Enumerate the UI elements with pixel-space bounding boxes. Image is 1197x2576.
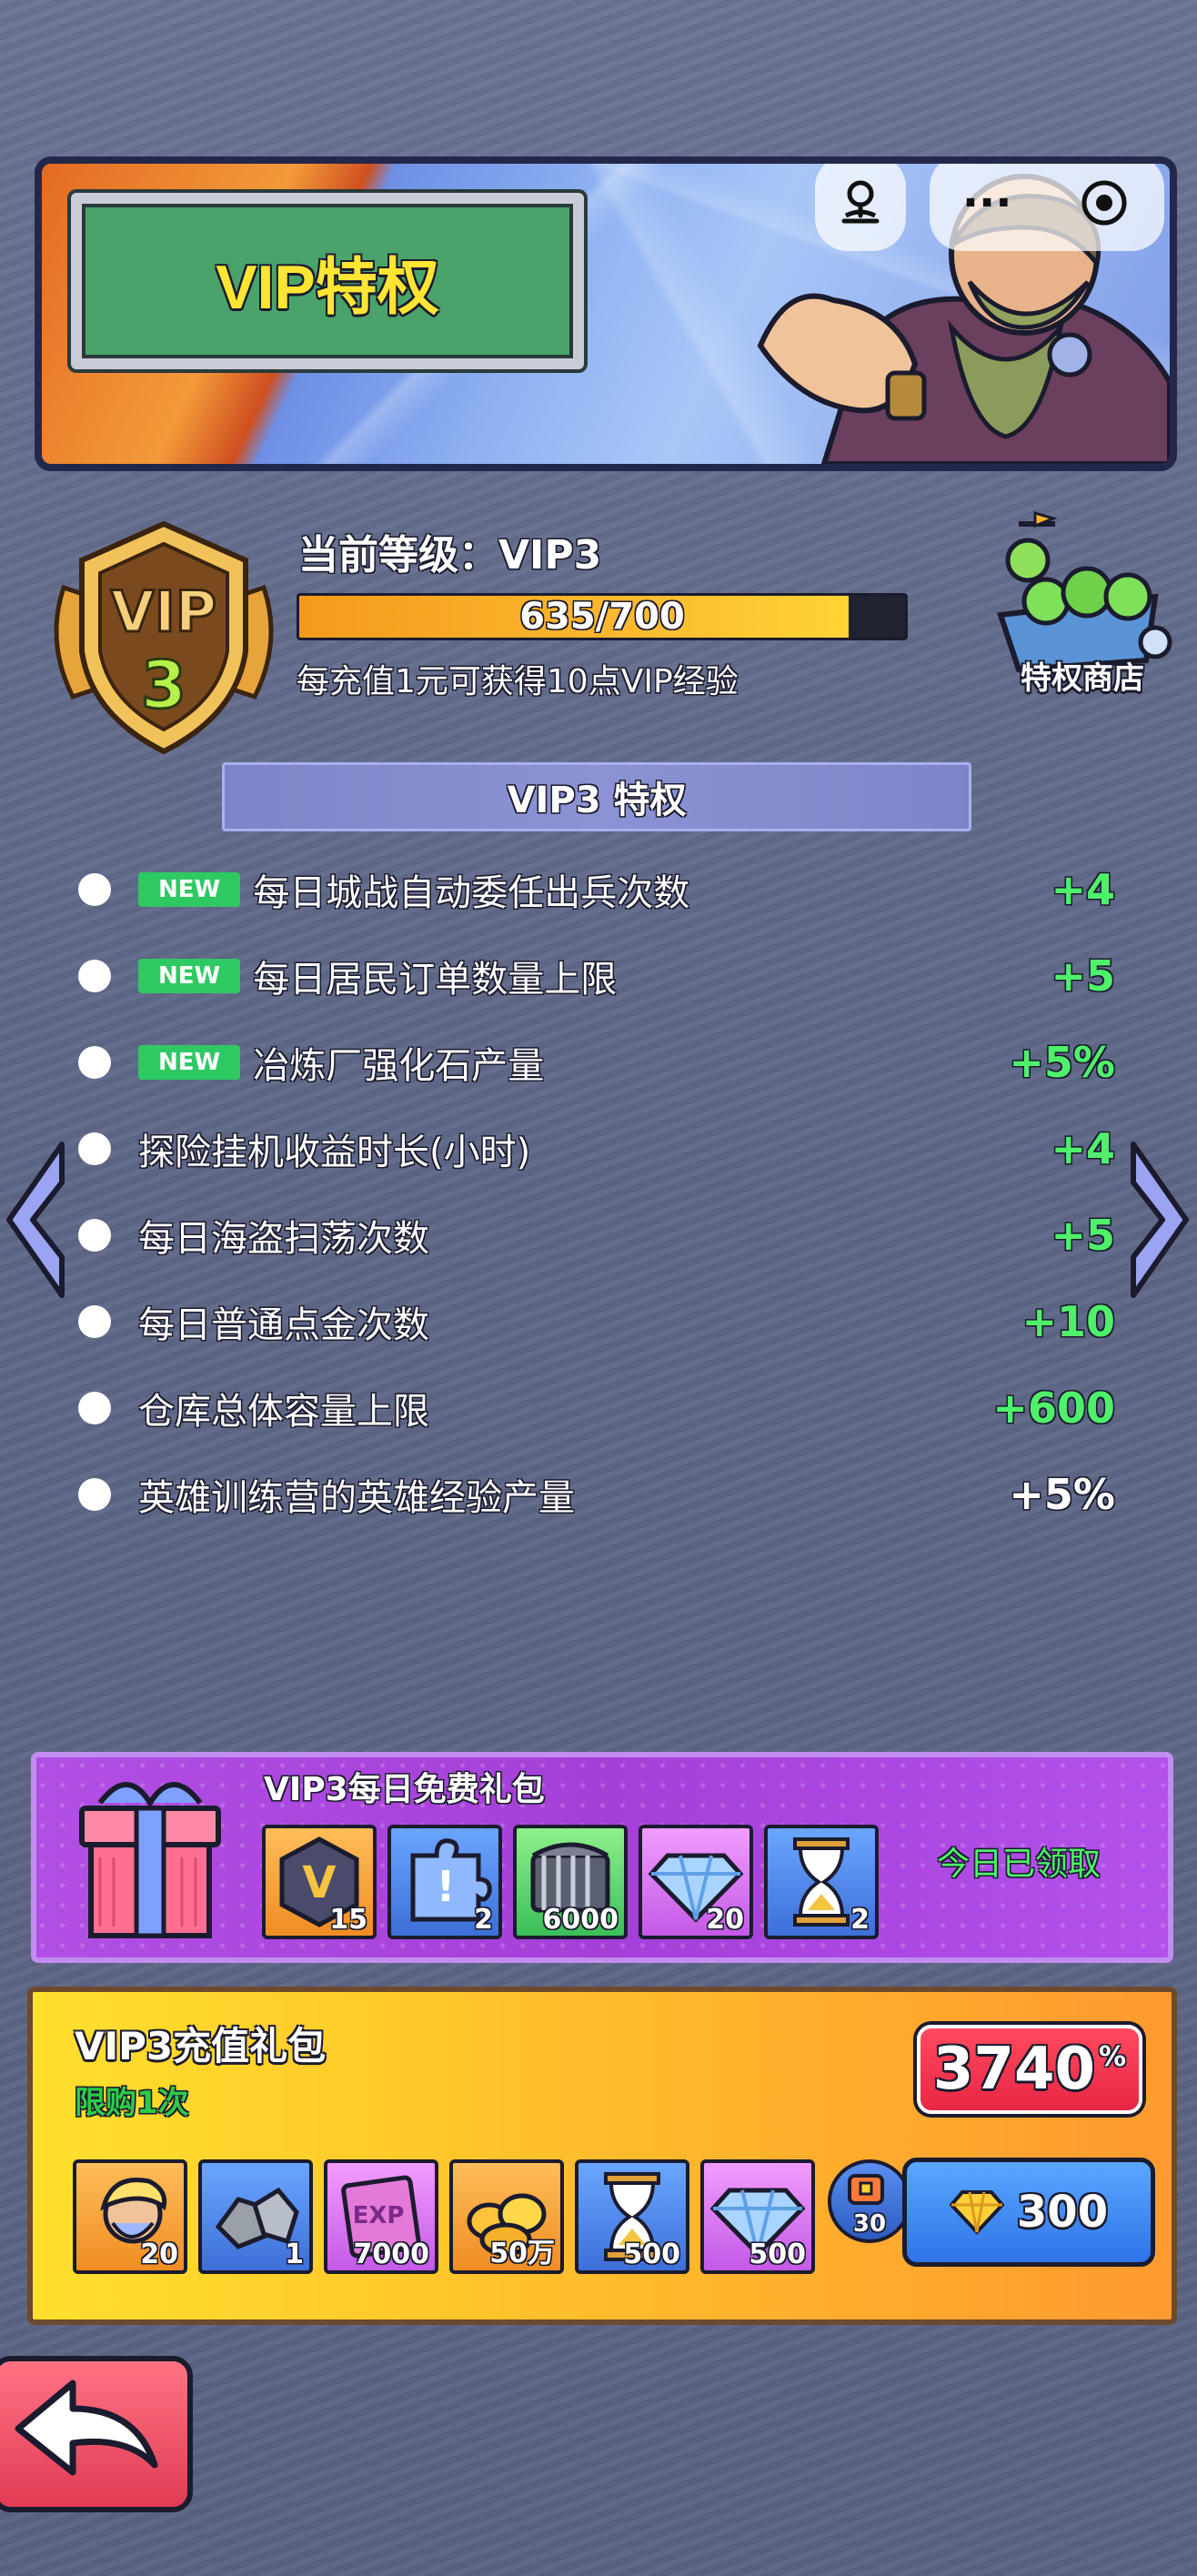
privilege-row: 英雄训练营的英雄经验产量 +5% <box>78 1467 1115 1522</box>
vip-exp-hint: 每充值1元可获得10点VIP经验 <box>297 663 739 700</box>
privilege-label: 每日普通点金次数 <box>138 1304 429 1346</box>
reward-item[interactable]: 50万 <box>449 2159 564 2274</box>
reward-item-count: 6000 <box>542 1904 619 1936</box>
reward-item-count: 500 <box>623 2239 680 2270</box>
bullet-icon <box>78 1392 111 1424</box>
gift-box-icon <box>79 1782 221 1938</box>
bullet-icon <box>78 1219 111 1252</box>
privilege-row: NEW 每日居民订单数量上限 +5 <box>78 949 1115 1003</box>
reward-item-count: 20 <box>140 2239 178 2270</box>
reward-item-count: 50万 <box>489 2238 555 2269</box>
reward-item-count: 2 <box>850 1904 870 1936</box>
more-options-icon[interactable]: ··· <box>962 177 1012 228</box>
reward-item-count: 1 <box>285 2239 304 2270</box>
privilege-value: +4 <box>1051 1124 1115 1173</box>
privilege-label: 探险挂机收益时长(小时) <box>138 1132 531 1173</box>
current-level-label: 当前等级：VIP3 <box>298 532 602 579</box>
privileges-header: VIP3 特权 <box>222 762 971 831</box>
profile-button[interactable] <box>815 164 906 251</box>
privilege-value: +10 <box>1021 1297 1115 1346</box>
privilege-label: 英雄训练营的英雄经验产量 <box>138 1477 575 1519</box>
bullet-icon <box>78 1046 111 1079</box>
reward-item[interactable]: 20 <box>639 1825 753 1939</box>
badge-level-number: 3 <box>141 647 186 723</box>
reward-item-count: 15 <box>329 1904 367 1936</box>
privilege-row: NEW 每日城战自动委任出兵次数 +4 <box>78 862 1115 917</box>
privilege-shop-label[interactable]: 特权商店 <box>991 653 1173 698</box>
new-badge: NEW <box>138 1045 241 1080</box>
close-target-icon[interactable] <box>1077 176 1132 230</box>
back-button[interactable] <box>0 2356 193 2512</box>
diamond-currency-icon <box>949 2190 1004 2235</box>
privilege-value: +5% <box>1009 1038 1115 1087</box>
privilege-row: 探险挂机收益时长(小时) +4 <box>78 1122 1115 1176</box>
progress-text: 635/700 <box>519 596 685 638</box>
vip-level-badge: VIP 3 <box>54 520 274 755</box>
daily-gift-claimed-status: 今日已领取 <box>937 1846 1101 1883</box>
reward-item[interactable]: ! 2 <box>387 1825 502 1939</box>
vip-banner: VIP特权 ··· <box>35 156 1177 471</box>
reward-item[interactable]: 20 <box>73 2159 187 2274</box>
privilege-value: +4 <box>1051 865 1115 914</box>
bullet-icon <box>78 873 111 906</box>
privilege-row: 每日普通点金次数 +10 <box>78 1294 1115 1349</box>
bullet-icon <box>78 960 111 992</box>
discount-unit: % <box>1099 2041 1127 2073</box>
bonus-token-count: 30 <box>852 2210 887 2238</box>
bonus-token-icon: 30 <box>828 2159 911 2243</box>
privilege-label: 冶炼厂强化石产量 <box>253 1045 545 1087</box>
reward-item[interactable]: 500 <box>575 2159 689 2274</box>
prev-level-arrow[interactable] <box>2 1139 67 1301</box>
privilege-value: +5 <box>1051 951 1115 1001</box>
reward-item[interactable]: V 15 <box>262 1825 377 1939</box>
privilege-label: 每日居民订单数量上限 <box>253 959 618 1001</box>
purchase-limit-label: 限购1次 <box>75 2085 189 2121</box>
banner-sign: VIP特权 <box>71 193 584 369</box>
vip-exp-progress-bar: 635/700 <box>297 593 908 640</box>
privilege-row: 仓库总体容量上限 +600 <box>78 1381 1115 1435</box>
reward-item[interactable]: 2 <box>764 1825 879 1939</box>
privilege-row: NEW 冶炼厂强化石产量 +5% <box>78 1035 1115 1090</box>
new-badge: NEW <box>138 959 241 993</box>
reward-item-count: 500 <box>749 2239 806 2270</box>
menu-capsule: ··· <box>930 164 1164 251</box>
item-badge-text: ! <box>437 1862 456 1911</box>
reward-item-count: 20 <box>706 1904 744 1936</box>
privilege-value: +5 <box>1051 1211 1115 1260</box>
badge-vip-text: VIP <box>111 579 217 645</box>
discount-value: 3740 <box>932 2036 1096 2103</box>
reward-item-count: 2 <box>474 1904 493 1936</box>
next-level-arrow[interactable] <box>1128 1139 1193 1301</box>
recharge-gift-title: VIP3充值礼包 <box>75 2024 327 2068</box>
privilege-label: 仓库总体容量上限 <box>138 1391 429 1433</box>
back-arrow-icon <box>15 2380 158 2476</box>
item-badge-text: EXP <box>353 2202 405 2229</box>
daily-gift-title: VIP3每日免费礼包 <box>264 1771 545 1808</box>
privilege-label: 每日城战自动委任出兵次数 <box>253 872 690 914</box>
new-badge: NEW <box>138 872 241 907</box>
reward-item-count: 7000 <box>353 2239 430 2270</box>
privilege-value: +5% <box>1009 1470 1115 1519</box>
privilege-value: +600 <box>992 1384 1115 1433</box>
privilege-label: 每日海盗扫荡次数 <box>138 1218 429 1260</box>
banner-title: VIP特权 <box>216 252 439 322</box>
joystick-icon <box>841 180 880 224</box>
discount-value-tag: 3740 % <box>917 2025 1142 2114</box>
buy-price: 300 <box>1016 2187 1109 2238</box>
privilege-row: 每日海盗扫荡次数 +5 <box>78 1208 1115 1263</box>
reward-item[interactable]: 500 <box>700 2159 815 2274</box>
item-badge-text: V <box>302 1857 336 1908</box>
reward-item[interactable]: EXP 7000 <box>324 2159 438 2274</box>
reward-item[interactable]: 1 <box>198 2159 313 2274</box>
bullet-icon <box>78 1305 111 1338</box>
buy-button[interactable]: 300 <box>902 2158 1155 2267</box>
reward-item[interactable]: 6000 <box>513 1825 628 1939</box>
bullet-icon <box>78 1132 111 1165</box>
bullet-icon <box>78 1478 111 1511</box>
